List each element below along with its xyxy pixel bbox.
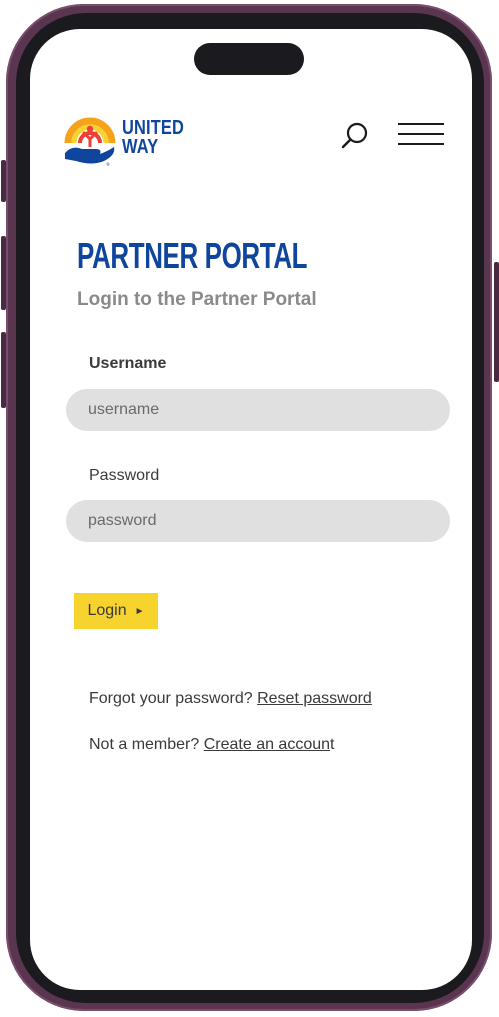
forgot-password-text: Forgot your password? bbox=[89, 690, 253, 707]
forgot-password-line: Forgot your password? Reset password bbox=[89, 690, 372, 708]
page-title: PARTNER PORTAL bbox=[77, 235, 308, 276]
hamburger-menu-icon bbox=[398, 123, 444, 145]
not-member-text: Not a member? bbox=[89, 736, 200, 753]
page-subtitle: Login to the Partner Portal bbox=[77, 289, 317, 310]
create-account-line: Not a member? Create an account bbox=[89, 736, 334, 754]
phone-screen: ® UNITED WAY PARTNER PORTAL Login to the… bbox=[30, 29, 472, 990]
volume-up-button bbox=[1, 236, 6, 310]
united-way-logo[interactable]: ® UNITED WAY bbox=[62, 109, 198, 167]
reset-password-link[interactable]: Reset password bbox=[257, 690, 372, 707]
menu-button[interactable] bbox=[398, 123, 444, 149]
power-button bbox=[494, 262, 499, 382]
logo-text-way: WAY bbox=[122, 136, 159, 158]
search-icon bbox=[341, 122, 368, 149]
play-arrow-icon: ► bbox=[134, 605, 145, 617]
username-input[interactable] bbox=[66, 389, 450, 431]
create-account-link[interactable]: Create an accoun bbox=[204, 736, 330, 753]
dynamic-island bbox=[194, 43, 304, 75]
login-button[interactable]: Login ► bbox=[74, 593, 158, 629]
password-label: Password bbox=[89, 467, 160, 484]
username-label: Username bbox=[89, 355, 167, 372]
volume-down-button bbox=[1, 332, 6, 408]
search-button[interactable] bbox=[338, 119, 372, 153]
united-way-logo-icon: ® bbox=[64, 117, 116, 167]
create-account-suffix: t bbox=[330, 736, 335, 753]
svg-text:®: ® bbox=[106, 162, 110, 167]
logo-wordmark: UNITED WAY bbox=[122, 118, 184, 158]
password-input[interactable] bbox=[66, 500, 450, 542]
login-button-label: Login bbox=[87, 602, 127, 619]
silent-switch bbox=[1, 160, 6, 202]
